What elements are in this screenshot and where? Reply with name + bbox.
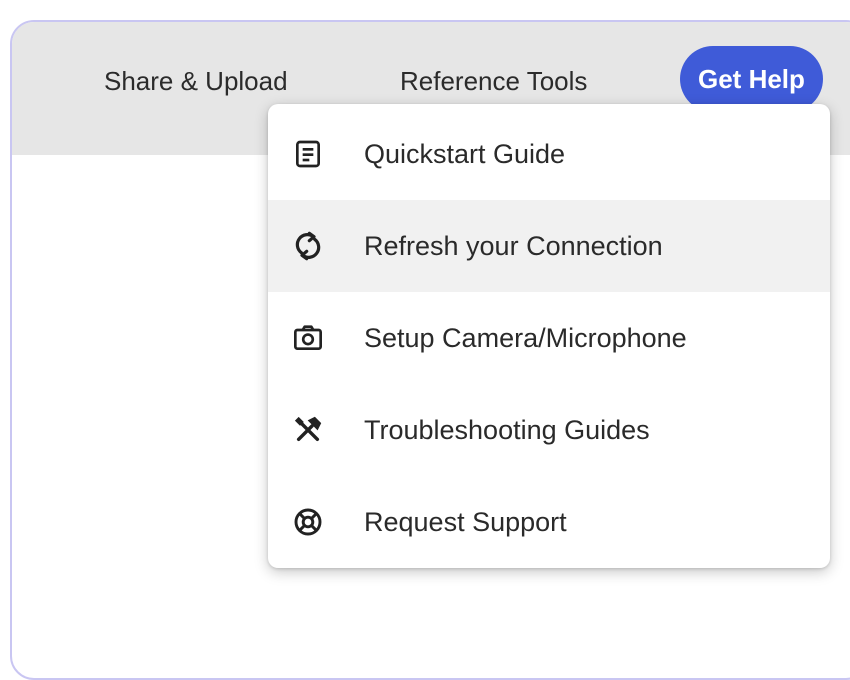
get-help-button[interactable]: Get Help xyxy=(680,46,823,112)
share-upload-menu[interactable]: Share & Upload xyxy=(104,58,288,104)
menu-item-label: Setup Camera/Microphone xyxy=(364,322,687,353)
get-help-dropdown: Quickstart Guide Refresh your Connection… xyxy=(268,104,830,568)
menu-item-refresh-connection[interactable]: Refresh your Connection xyxy=(268,200,830,292)
refresh-icon xyxy=(288,226,328,266)
tools-icon xyxy=(288,410,328,450)
lifebuoy-icon xyxy=(288,502,328,542)
menu-item-request-support[interactable]: Request Support xyxy=(268,476,830,568)
reference-tools-menu[interactable]: Reference Tools xyxy=(400,58,587,104)
camera-icon xyxy=(288,318,328,358)
document-icon xyxy=(288,134,328,174)
menu-item-label: Troubleshooting Guides xyxy=(364,414,650,445)
menu-item-quickstart-guide[interactable]: Quickstart Guide xyxy=(268,108,830,200)
menu-item-setup-camera-microphone[interactable]: Setup Camera/Microphone xyxy=(268,292,830,384)
menu-item-troubleshooting-guides[interactable]: Troubleshooting Guides xyxy=(268,384,830,476)
menu-item-label: Quickstart Guide xyxy=(364,138,566,169)
menu-item-label: Refresh your Connection xyxy=(364,230,663,261)
menu-item-label: Request Support xyxy=(364,506,567,537)
